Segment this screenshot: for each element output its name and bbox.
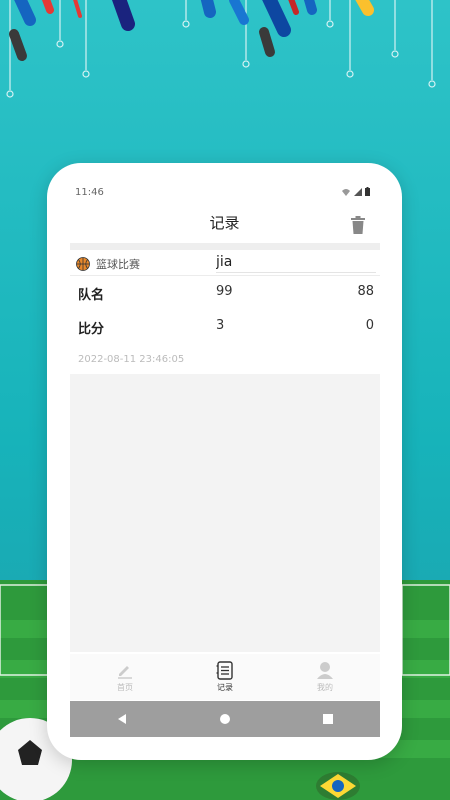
edit-icon: [118, 666, 132, 679]
person-icon: [317, 662, 333, 679]
decorative-top-pattern: [6, 0, 436, 98]
divider-strip: [70, 243, 380, 250]
signal-icon: [354, 187, 362, 196]
back-icon: [117, 714, 126, 724]
team-name-field[interactable]: [216, 252, 376, 273]
system-navigation-bar: [70, 701, 380, 737]
score-label: 比分: [78, 322, 105, 337]
nav-profile-label: 我的: [317, 683, 333, 692]
team-label: 队名: [78, 288, 105, 303]
recents-icon: [323, 714, 334, 724]
back-button[interactable]: [112, 709, 132, 729]
game-type-label: 篮球比赛: [96, 258, 140, 271]
page-title: 记录: [209, 214, 240, 232]
home-button[interactable]: [215, 709, 235, 729]
app-bar: 记录: [47, 208, 402, 238]
bottom-navigation: 首页 记录 我的: [70, 654, 380, 700]
list-icon: [216, 661, 233, 680]
home-icon: [219, 714, 230, 724]
recents-button[interactable]: [318, 709, 338, 729]
row-separator: [70, 275, 380, 276]
record-card[interactable]: 篮球比赛 队名 99 88 比分 3 0 2022-08-11 23:46:05: [70, 250, 380, 374]
empty-list-area: [70, 374, 380, 652]
nav-records[interactable]: 记录: [185, 654, 265, 700]
nav-records-label: 记录: [217, 683, 233, 692]
score-b-value: 0: [365, 318, 374, 333]
status-time: 11:46: [75, 187, 104, 198]
battery-icon: [365, 187, 370, 196]
nav-home[interactable]: 首页: [85, 654, 165, 700]
nav-home-label: 首页: [117, 683, 133, 692]
nav-profile[interactable]: 我的: [285, 654, 365, 700]
score-a-value: 3: [216, 318, 225, 333]
trash-icon[interactable]: [350, 216, 366, 234]
record-timestamp: 2022-08-11 23:46:05: [78, 354, 185, 365]
basketball-icon: [76, 257, 90, 271]
status-icons: [341, 187, 370, 196]
phone-frame: 11:46 记录 篮球比赛 队名 99: [47, 163, 402, 760]
team-a-value: 99: [216, 284, 233, 299]
game-type-row: 篮球比赛: [76, 254, 140, 274]
team-row: 队名 99 88: [70, 284, 380, 308]
wifi-icon: [342, 188, 350, 196]
team-b-value: 88: [357, 284, 374, 299]
score-row: 比分 3 0: [70, 318, 380, 342]
